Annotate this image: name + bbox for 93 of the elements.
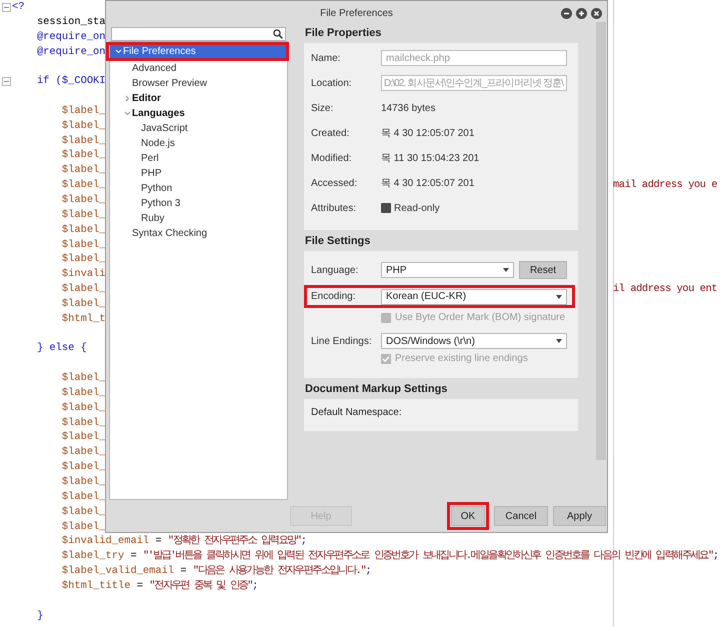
- code-text: $label_: [62, 194, 106, 206]
- field-label: Modified:: [311, 152, 353, 164]
- dialog-button[interactable]: Cancel: [494, 506, 548, 526]
- code-text: $label_: [62, 446, 106, 458]
- field-value: 목 11 30 15:04:23 201: [381, 152, 480, 165]
- caret-icon: [556, 339, 562, 343]
- dialog-title: File Preferences: [320, 8, 393, 18]
- field-label: Name:: [311, 52, 342, 64]
- field-label: Created:: [311, 128, 350, 138]
- code-text: $label_: [62, 402, 106, 414]
- code-text: $label_: [62, 134, 106, 147]
- code-text: @require_on: [36, 46, 106, 58]
- code-text: } else {: [36, 342, 87, 354]
- code-text: $label_: [62, 253, 106, 266]
- dropdown[interactable]: PHP: [381, 262, 514, 278]
- caret-icon: [556, 294, 562, 298]
- code-text: $label_: [62, 120, 106, 132]
- tree-item[interactable]: Python: [110, 181, 287, 196]
- code-text: $label_: [62, 298, 106, 310]
- code-text: $label_: [62, 520, 106, 533]
- code-text: $label_: [62, 208, 106, 221]
- code-text: $label_: [62, 104, 106, 117]
- scrollbar[interactable]: [596, 22, 606, 460]
- dialog-button[interactable]: Apply: [553, 506, 606, 526]
- code-text: $label_: [62, 179, 106, 192]
- code-text: $label_: [62, 224, 106, 236]
- code-text: $label_: [62, 238, 106, 250]
- code-text: }: [36, 610, 44, 622]
- code-text: $html_t: [62, 312, 106, 325]
- tree-item[interactable]: JavaScript: [110, 121, 287, 136]
- field-label: Default Namespace:: [311, 406, 402, 418]
- dropdown[interactable]: DOS/Windows (\r\n): [381, 333, 567, 349]
- close-button[interactable]: [591, 8, 602, 18]
- code-text: $label_: [62, 490, 106, 503]
- chevron-icon[interactable]: [124, 110, 130, 117]
- field-value: 목 4 30 12:05:07 201: [381, 127, 474, 140]
- field-label: Location:: [311, 78, 353, 88]
- tree-item[interactable]: Ruby: [110, 211, 287, 226]
- tree-item[interactable]: Syntax Checking: [110, 226, 287, 241]
- tree-item[interactable]: File Preferences: [110, 45, 286, 58]
- tree-item[interactable]: PHP: [110, 166, 287, 181]
- field-label: Size:: [311, 102, 334, 114]
- code-text: if ($_COOKI: [36, 75, 106, 88]
- code-text: $label_: [62, 164, 106, 176]
- field-label: Accessed:: [311, 178, 358, 188]
- code-text: $label_: [62, 283, 106, 296]
- tree-item[interactable]: Perl: [110, 151, 287, 166]
- field-label: Encoding:: [311, 291, 356, 302]
- code-text: $html_title = "전자우편 중복 및 인증";: [62, 580, 258, 592]
- tree-item[interactable]: Python 3: [110, 196, 287, 211]
- dropdown[interactable]: Korean (EUC-KR): [381, 288, 567, 304]
- code-text: $label_valid_email = "다음은 사용가능한 전자우편주소입니다.";: [62, 565, 372, 578]
- code-text: @require_on: [36, 30, 106, 43]
- chevron-icon[interactable]: [124, 95, 130, 102]
- code-text: $label_: [62, 372, 106, 384]
- code-text: $label_: [62, 386, 106, 399]
- field-label: Line Endings:: [311, 336, 373, 346]
- code-text: session_sta: [36, 16, 106, 28]
- tree-item[interactable]: Node.js: [110, 136, 287, 151]
- minimize-button[interactable]: [561, 8, 572, 18]
- tree-item[interactable]: Advanced: [110, 61, 287, 76]
- section-heading: File Properties: [305, 27, 382, 39]
- fold-icon[interactable]: [2, 77, 11, 86]
- code-text: $label_: [62, 476, 106, 488]
- field-label: Language:: [311, 264, 360, 276]
- section-heading: File Settings: [305, 235, 372, 247]
- code-text: $label_: [62, 149, 106, 162]
- field-label: Attributes:: [311, 202, 358, 214]
- search-icon: [273, 29, 283, 39]
- code-text: $invali: [62, 268, 106, 280]
- maximize-button[interactable]: [576, 8, 587, 18]
- code-text: $invalid_email = "정확한 전자우편주소 입력요망";: [62, 535, 307, 548]
- tree-item[interactable]: Editor: [110, 91, 287, 106]
- code-text: $label_: [62, 416, 106, 429]
- checkbox-label[interactable]: Read-only: [394, 202, 440, 214]
- code-text: <?: [12, 1, 24, 13]
- code-text: $label_: [62, 461, 106, 474]
- dialog-button[interactable]: OK: [451, 506, 485, 526]
- tree-item[interactable]: Browser Preview: [110, 76, 287, 91]
- checkbox[interactable]: [381, 203, 391, 213]
- caret-icon: [503, 268, 509, 272]
- reset-button[interactable]: Reset: [519, 261, 567, 279]
- tree-item[interactable]: Languages: [110, 106, 287, 121]
- fold-icon[interactable]: [2, 2, 11, 12]
- field-value: 목 4 30 12:05:07 201: [381, 177, 474, 190]
- code-text: $label_: [62, 431, 106, 444]
- code-text: $label_try = "'발급'버튼을 클릭하시면 위에 입력된 전자우편주소로 인증번호가 보내집니다.메일을확인하신후 인증번호를 다음의 빈칸에 입력해주세요";: [62, 550, 720, 562]
- field-value: 14736 bytes: [381, 102, 436, 114]
- section-heading: Document Markup Settings: [305, 383, 448, 395]
- code-text: il address you ent: [613, 282, 718, 297]
- search-field[interactable]: [111, 27, 286, 41]
- code-text: $label_: [62, 506, 106, 518]
- code-text: mail address you e: [613, 178, 718, 193]
